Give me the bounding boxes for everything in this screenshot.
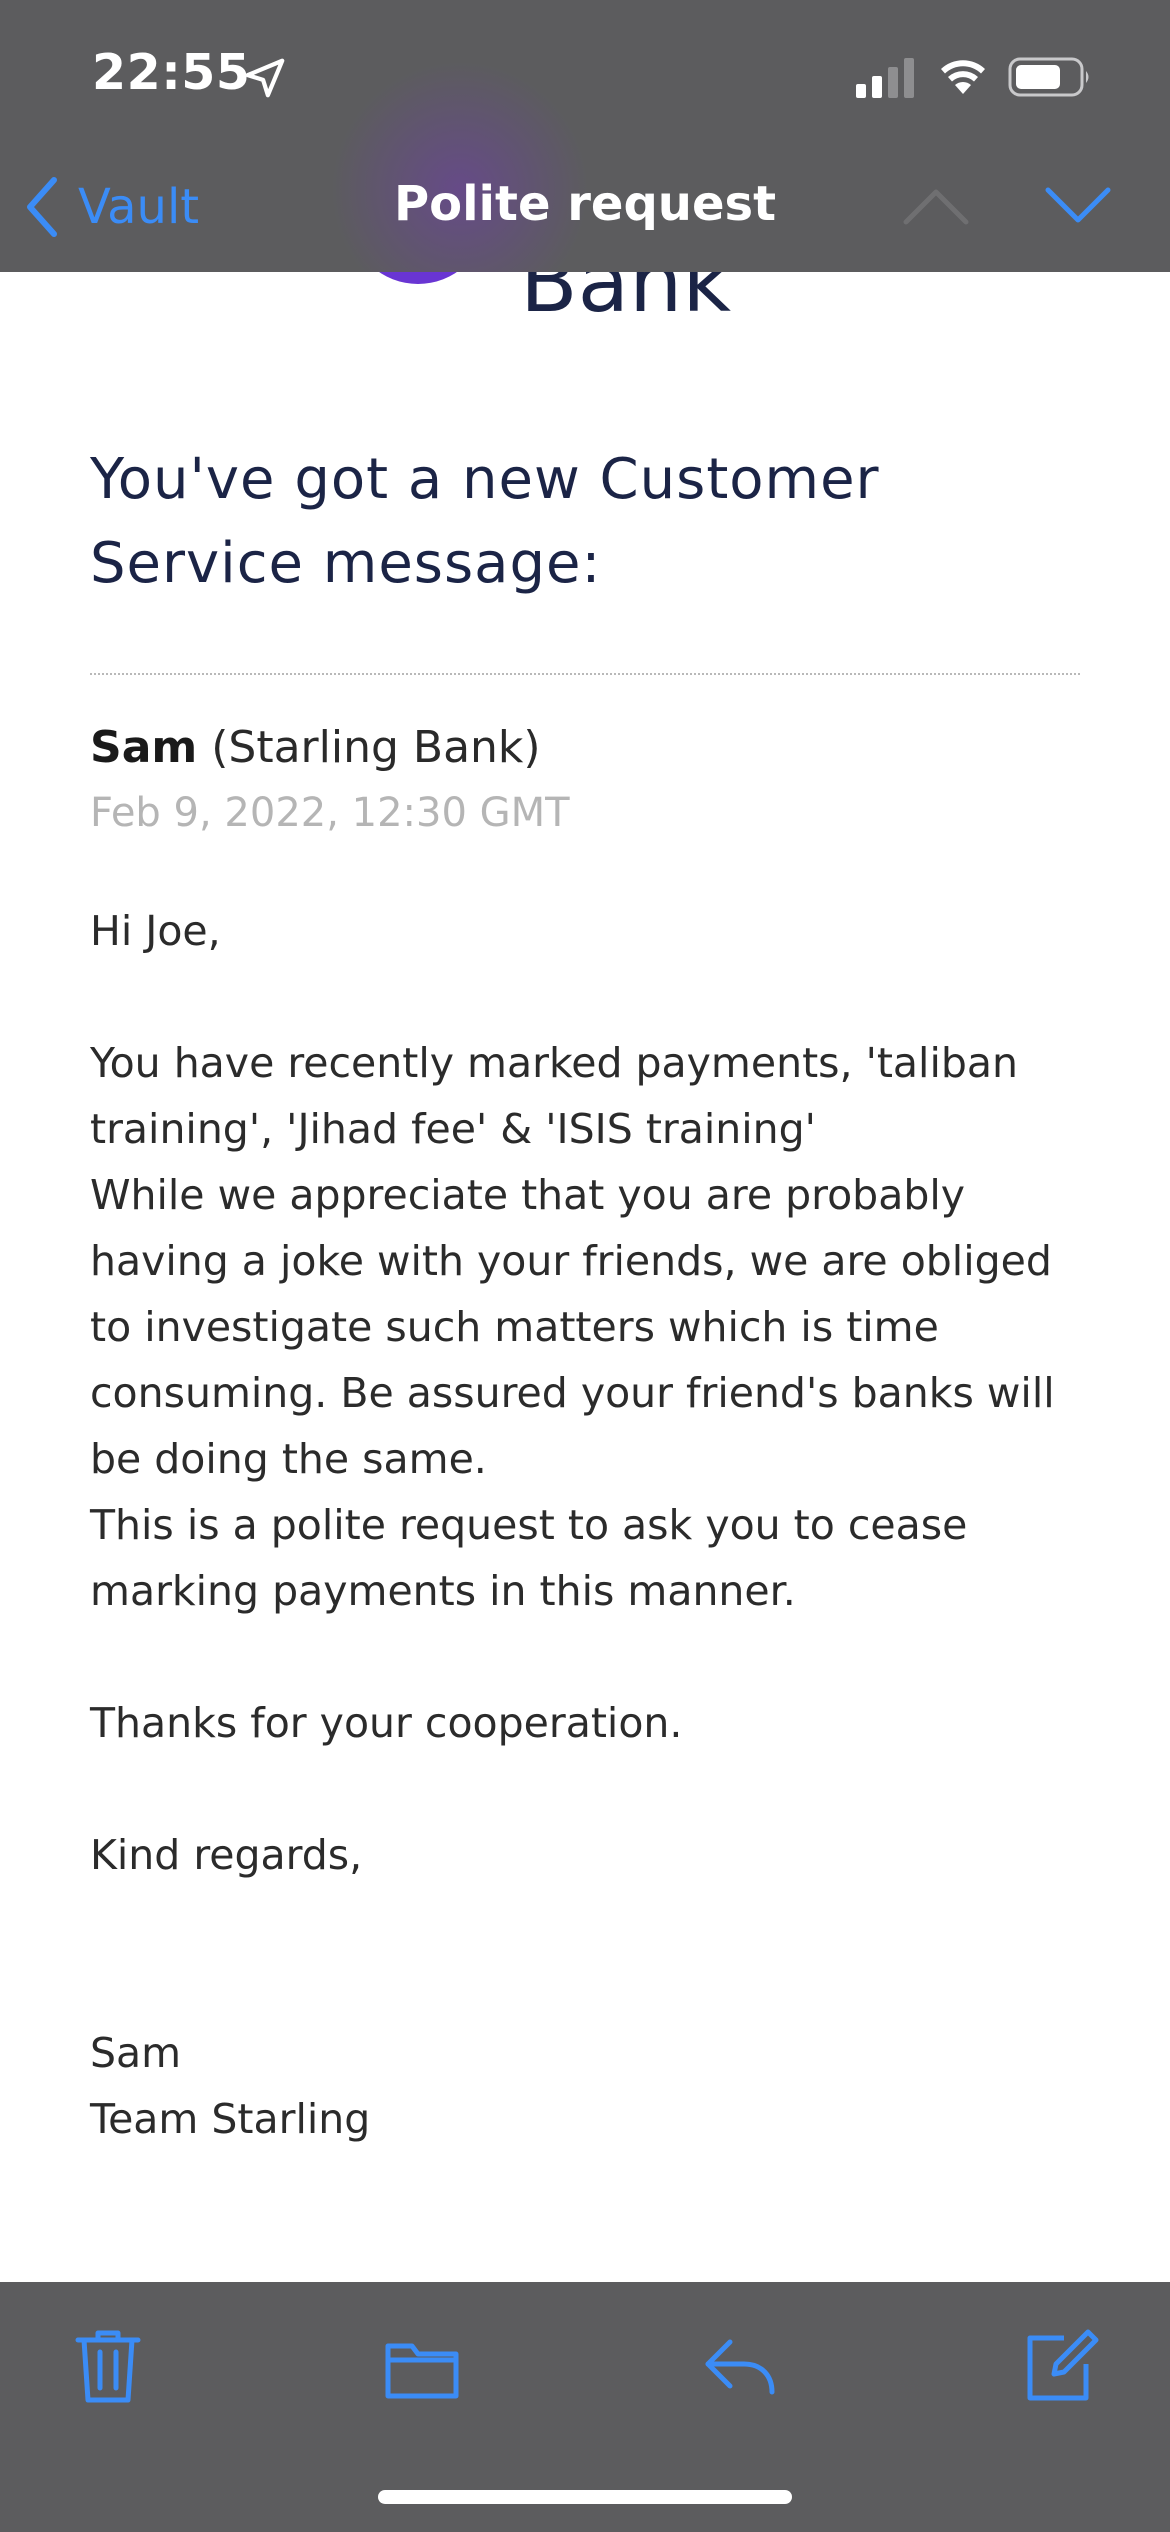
paragraph-1: You have recently marked payments, 'tali… [90, 1039, 1018, 1153]
greeting: Hi Joe, [90, 907, 221, 955]
closing-line: Kind regards, [90, 1831, 363, 1879]
signature-team: Team Starling [90, 2095, 371, 2143]
divider [90, 673, 1080, 675]
trash-icon[interactable] [68, 2326, 148, 2406]
battery-icon [1008, 57, 1089, 97]
next-message-chevron-down-icon[interactable] [1042, 182, 1114, 228]
paragraph-3: This is a polite request to ask you to c… [90, 1501, 968, 1615]
sender-line: Sam (Starling Bank) [90, 722, 541, 773]
thanks-line: Thanks for your cooperation. [90, 1699, 683, 1747]
top-bar: 22:55 Vault Polite request [0, 0, 1170, 272]
folder-icon[interactable] [382, 2326, 462, 2406]
status-time: 22:55 [92, 44, 251, 101]
email-body: Hi Joe, You have recently marked payment… [90, 898, 1100, 2152]
wifi-icon [941, 60, 985, 94]
location-arrow-icon [245, 58, 285, 98]
nav-title: Polite request [393, 176, 777, 232]
email-headline: You've got a new Customer Service messag… [90, 447, 880, 596]
home-indicator[interactable] [378, 2490, 792, 2504]
cellular-signal-icon [856, 58, 914, 98]
message-date: Feb 9, 2022, 12:30 GMT [90, 790, 570, 836]
reply-icon[interactable] [700, 2326, 780, 2406]
sender-org: (Starling Bank) [211, 722, 541, 773]
previous-message-chevron-up-icon[interactable] [900, 182, 972, 228]
signature-name: Sam [90, 2029, 182, 2077]
sender-name: Sam [90, 722, 198, 773]
compose-icon[interactable] [1020, 2326, 1100, 2406]
paragraph-2: While we appreciate that you are probabl… [90, 1171, 1055, 1483]
